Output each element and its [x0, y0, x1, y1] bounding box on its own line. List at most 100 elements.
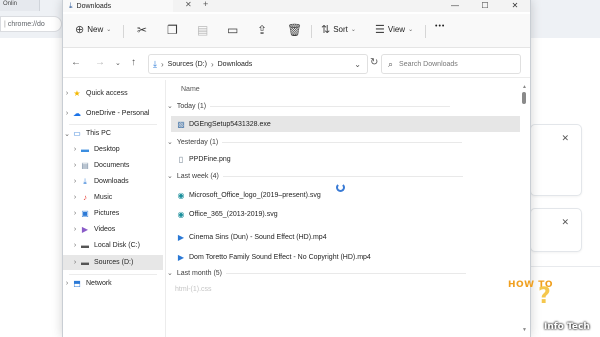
browser-tab[interactable]: Onlin	[0, 0, 40, 11]
pc-icon: ▭	[73, 129, 81, 138]
watermark-brand: Info Tech	[544, 322, 590, 332]
file-name: PPDFine.png	[189, 155, 231, 163]
sidebar-item-label: Pictures	[94, 210, 120, 217]
chevron-right-icon[interactable]: ›	[71, 178, 79, 185]
sidebar-item-onedrive[interactable]: › ☁ OneDrive - Personal	[63, 106, 163, 121]
address-bar[interactable]: ⤓ › Sources (D:) › Downloads ⌄	[148, 54, 368, 74]
group-header-yesterday[interactable]: ⌄ Yesterday (1)	[167, 138, 463, 146]
file-explorer-window: ⤓ Downloads ✕ + — ☐ ✕ ⊕ New ⌄ ✂ ❐ ▤ ▭ ⇪ …	[62, 0, 531, 337]
maximize-button[interactable]: ☐	[470, 0, 500, 11]
scrollbar-thumb[interactable]	[522, 92, 526, 104]
new-button[interactable]: ⊕ New ⌄	[75, 23, 111, 36]
group-header-last-week[interactable]: ⌄ Last week (4)	[167, 172, 463, 180]
file-row-partial[interactable]: html-(1).css	[175, 286, 212, 293]
chevron-right-icon[interactable]: ›	[71, 242, 79, 249]
file-row[interactable]: ▶ Cinema Sins (Dun) - Sound Effect (HD).…	[171, 229, 520, 245]
title-bar: ⤓ Downloads ✕ + — ☐ ✕	[63, 0, 530, 12]
divider	[69, 124, 157, 125]
chevron-right-icon[interactable]: ›	[71, 259, 79, 266]
sidebar-item-music[interactable]: › ♪ Music	[63, 190, 163, 205]
sidebar-item-local-disk[interactable]: › ▬ Local Disk (C:)	[63, 238, 163, 253]
group-header-today[interactable]: ⌄ Today (1)	[167, 102, 451, 110]
more-options-icon[interactable]: •••	[435, 23, 445, 30]
browser-tab-label: Onlin	[3, 1, 18, 7]
search-placeholder: Search Downloads	[399, 60, 458, 68]
breadcrumb-sources[interactable]: Sources (D:)	[168, 61, 207, 68]
sidebar-item-pictures[interactable]: › ▣ Pictures	[63, 206, 163, 221]
sidebar-item-videos[interactable]: › ▶ Videos	[63, 222, 163, 237]
pane-splitter[interactable]	[165, 80, 166, 337]
sidebar-item-label: Local Disk (C:)	[94, 242, 140, 249]
chevron-right-icon[interactable]: ›	[71, 146, 79, 153]
edge-icon: ◉	[177, 190, 185, 200]
chevron-down-icon: ⌄	[350, 27, 356, 33]
search-icon: ⌕	[388, 58, 394, 69]
recent-chevron-icon[interactable]: ⌄	[115, 59, 121, 67]
tab-close-icon[interactable]: ✕	[185, 0, 192, 9]
cut-icon[interactable]: ✂	[137, 23, 147, 37]
refresh-icon[interactable]: ↻	[370, 57, 378, 68]
watermark-logo: HOW TO ? Info Tech	[500, 276, 600, 337]
new-tab-icon[interactable]: +	[203, 0, 208, 9]
command-bar: ⊕ New ⌄ ✂ ❐ ▤ ▭ ⇪ 🗑 ⇅ Sort ⌄ ☰ View ⌄ ••…	[63, 14, 530, 48]
paste-icon[interactable]: ▤	[197, 23, 208, 37]
delete-icon[interactable]: 🗑	[287, 23, 302, 37]
view-button[interactable]: ☰ View ⌄	[375, 23, 413, 36]
chevron-down-icon[interactable]: ⌄	[354, 60, 361, 69]
chevron-right-icon[interactable]: ›	[71, 226, 79, 233]
file-row[interactable]: ▶ Dom Toretto Family Sound Effect - No C…	[171, 249, 520, 265]
rename-icon[interactable]: ▭	[227, 23, 238, 37]
chevron-right-icon[interactable]: ›	[63, 110, 71, 117]
download-icon: ⤓	[69, 1, 73, 10]
sidebar-item-this-pc[interactable]: ⌄ ▭ This PC	[63, 126, 163, 141]
chevron-down-icon[interactable]: ⌄	[63, 130, 71, 138]
copy-icon[interactable]: ❐	[167, 23, 178, 37]
up-arrow-icon[interactable]: ↑	[131, 57, 136, 68]
sidebar-item-downloads[interactable]: › ⤓ Downloads	[63, 174, 163, 189]
group-header-last-month[interactable]: ⌄ Last month (5)	[167, 269, 467, 277]
sidebar-item-network[interactable]: › ⬒ Network	[63, 276, 163, 291]
column-header-name[interactable]: Name	[181, 86, 200, 93]
browser-address-bar[interactable]: | chrome://do	[0, 16, 62, 32]
close-icon[interactable]: ✕	[561, 217, 569, 228]
minimize-button[interactable]: —	[440, 0, 470, 11]
divider	[528, 266, 600, 267]
window-tab[interactable]: ⤓ Downloads	[63, 0, 173, 12]
divider	[425, 25, 426, 38]
notification-card: ✕	[530, 208, 582, 252]
file-row[interactable]: ▯ PPDFine.png	[171, 151, 520, 167]
file-row[interactable]: ◉ Microsoft_Office_logo_(2019–present).s…	[171, 187, 520, 203]
breadcrumb-downloads[interactable]: Downloads	[218, 61, 253, 68]
chevron-right-icon[interactable]: ›	[71, 210, 79, 217]
sort-button[interactable]: ⇅ Sort ⌄	[321, 23, 356, 36]
forward-arrow-icon[interactable]: →	[95, 57, 105, 68]
file-row[interactable]: ▧ DGEngSetup5431328.exe	[171, 116, 520, 132]
chevron-right-icon[interactable]: ›	[63, 90, 71, 97]
scroll-up-icon[interactable]: ▲	[522, 84, 527, 90]
navigation-bar: ← → ⌄ ↑ ⤓ › Sources (D:) › Downloads ⌄ ↻…	[63, 50, 530, 78]
back-arrow-icon[interactable]: ←	[71, 57, 81, 68]
sidebar-item-documents[interactable]: › ▤ Documents	[63, 158, 163, 173]
chevron-right-icon[interactable]: ›	[71, 162, 79, 169]
pipe-icon: |	[4, 20, 6, 28]
chevron-down-icon: ⌄	[167, 173, 173, 180]
file-name: Microsoft_Office_logo_(2019–present).svg	[189, 191, 321, 199]
chevron-down-icon: ⌄	[167, 103, 173, 110]
file-row[interactable]: ◉ Office_365_(2013-2019).svg	[171, 206, 520, 222]
sidebar-item-label: Sources (D:)	[94, 259, 134, 266]
share-icon[interactable]: ⇪	[257, 23, 267, 37]
plus-circle-icon: ⊕	[75, 24, 85, 36]
close-icon[interactable]: ✕	[561, 133, 569, 144]
sidebar-item-desktop[interactable]: › ▬ Desktop	[63, 142, 163, 157]
view-icon: ☰	[375, 24, 385, 36]
close-button[interactable]: ✕	[500, 0, 530, 11]
chevron-right-icon[interactable]: ›	[71, 194, 79, 201]
divider	[69, 274, 157, 275]
sidebar-item-quick-access[interactable]: › ★ Quick access	[63, 86, 163, 101]
edge-icon: ◉	[177, 209, 185, 219]
chevron-right-icon[interactable]: ›	[63, 280, 71, 287]
drive-icon: ▬	[81, 258, 89, 267]
sidebar-item-sources[interactable]: › ▬ Sources (D:)	[63, 255, 163, 270]
chevron-right-icon: ›	[210, 59, 214, 69]
search-input[interactable]: ⌕ Search Downloads	[381, 54, 521, 74]
